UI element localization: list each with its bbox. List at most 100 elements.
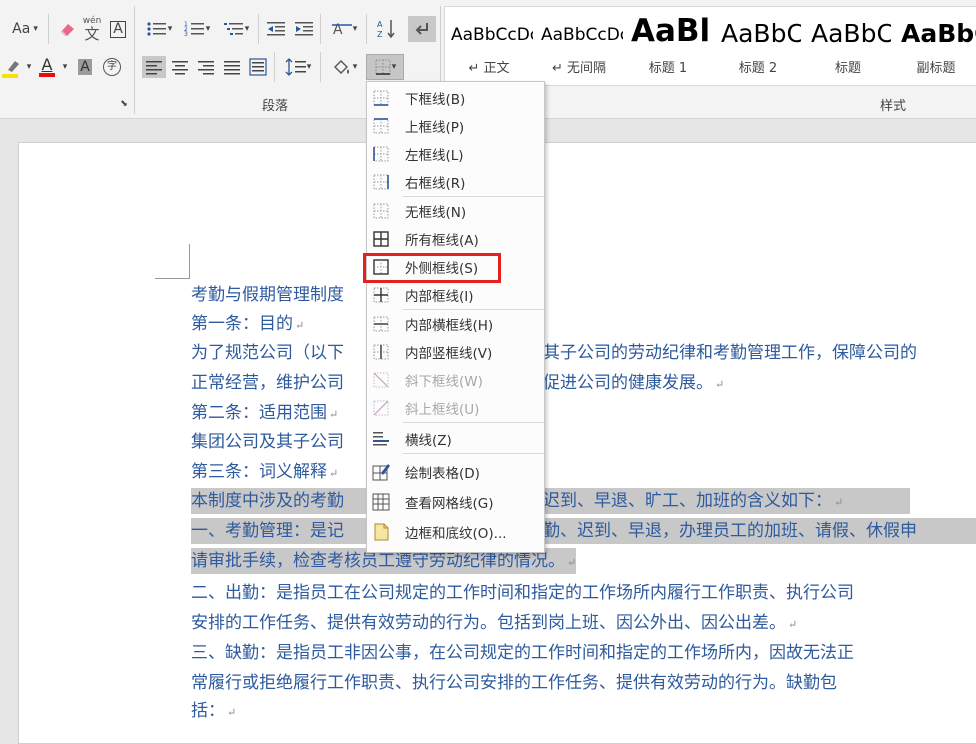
menu-item-label: 斜下框线(W) [405,374,483,390]
justify-icon [224,61,240,75]
style-name: ↵ 无间隔 [551,61,607,76]
enclose-characters-button[interactable]: 字 [100,56,124,78]
menu-item-inside-vertical[interactable]: 内部竖框线(V) [367,339,544,365]
menu-item-diagonal-down[interactable]: 斜下框线(W) [367,367,544,393]
asian-layout-button[interactable]: A ▾ [326,18,362,40]
menu-item-horizontal-line[interactable]: 横线(Z) [367,426,544,452]
doc-line-selected-tail: 迟到、早退、旷工、加班的含义如下： ↵ [543,488,910,514]
bullets-button[interactable]: ▾ [142,18,176,40]
svg-text:3: 3 [184,31,188,38]
highlight-outline [363,253,501,283]
doc-line-tail: 其子公司的劳动纪律和考勤管理工作，保障公司的 [543,340,917,366]
sort-button[interactable]: AZ [374,16,398,42]
diagonal-up-border-icon [373,400,389,416]
menu-item-label: 所有框线(A) [405,233,479,249]
page-shading-icon [374,523,389,541]
chevron-down-icon: ▾ [352,24,358,34]
menu-item-all-borders[interactable]: 所有框线(A) [367,226,544,252]
phonetic-guide-button[interactable]: wén 文 [80,14,104,44]
doc-line: 安排的工作任务、提供有效劳动的行为。包括到岗上班、因公外出、因公出差。 ↵ [191,610,797,636]
doc-line-text: 考勤与假期管理制度 [191,285,344,305]
chevron-down-icon[interactable]: ▾ [24,56,34,78]
paragraph-mark: ↵ [329,467,339,480]
clear-formatting-button[interactable] [56,18,78,40]
decrease-indent-button[interactable] [264,18,288,40]
doc-line-text: 迟到、早退、旷工、加班的含义如下： [543,491,832,511]
line-spacing-button[interactable]: ▾ [280,56,316,78]
doc-line-selected: 本制度中涉及的考勤 [191,488,366,514]
divider [320,14,321,44]
align-center-button[interactable] [168,56,192,78]
doc-line: 第一条：目的 ↵ [191,311,304,337]
menu-item-label: 右框线(R) [405,176,466,192]
align-left-button[interactable] [142,56,166,78]
align-right-button[interactable] [194,56,218,78]
left-border-icon [373,146,389,162]
style-heading-1[interactable]: AaBl 标题 1 [625,7,711,85]
character-border-button[interactable]: A [108,18,128,40]
increase-indent-button[interactable] [292,18,316,40]
style-heading-2[interactable]: AaBbC 标题 2 [715,7,801,85]
menu-item-left-border[interactable]: 左框线(L) [367,141,544,167]
dialog-launcher-icon[interactable]: ⬊ [118,98,130,110]
paragraph-mark: ↵ [295,319,305,332]
menu-item-draw-table[interactable]: 绘制表格(D) [367,459,544,485]
doc-line-text: 集团公司及其子公司 [191,432,344,452]
show-hide-marks-button[interactable] [408,16,436,42]
numbering-button[interactable]: 1 2 3 ▾ [180,18,214,40]
doc-line: 正常经营，维护公司 [191,370,344,396]
style-normal[interactable]: AaBbCcDc ↵ 正文 [445,7,533,85]
doc-line-text: 本制度中涉及的考勤 [191,491,344,511]
menu-item-no-border[interactable]: 无框线(N) [367,198,544,224]
style-name: 标题 2 [738,61,778,76]
style-subtitle[interactable]: AaBbC 副标题 [895,7,976,85]
style-no-spacing[interactable]: AaBbCcDc ↵ 无间隔 [535,7,623,85]
inside-horizontal-border-icon [373,316,389,332]
style-sample: AaBbCcDc [451,25,533,45]
menu-separator [403,196,544,197]
doc-line-text: 三、缺勤：是指员工非因公事，在公司规定的工作时间和指定的工作场所内，因故无法正 [191,643,854,663]
divider [258,14,259,44]
menu-item-label: 内部框线(I) [405,289,474,305]
menu-item-top-border[interactable]: 上框线(P) [367,113,544,139]
font-color-label: A [41,55,53,74]
doc-line: 为了规范公司（以下 [191,340,344,366]
menu-item-inside-horizontal[interactable]: 内部横框线(H) [367,311,544,337]
menu-item-right-border[interactable]: 右框线(R) [367,169,544,195]
menu-item-label: 横线(Z) [405,433,452,449]
menu-item-label: 无框线(N) [405,205,467,221]
menu-item-label: 内部横框线(H) [405,318,494,334]
doc-line-selected: 一、考勤管理：是记 [191,518,366,544]
font-color-button[interactable]: A [36,54,58,77]
highlight-button[interactable] [0,56,24,78]
character-border-label: A [110,20,126,38]
doc-line: 集团公司及其子公司 [191,429,344,455]
menu-item-borders-and-shading[interactable]: 边框和底纹(O)... [367,519,544,545]
shading-button[interactable]: ▾ [326,56,362,78]
right-border-icon [373,174,389,190]
menu-item-view-gridlines[interactable]: 查看网格线(G) [367,489,544,515]
styles-group-label: 样式 [880,99,907,114]
svg-text:A: A [377,20,383,29]
style-sample: AaBbC [901,19,976,48]
svg-text:Z: Z [377,30,383,39]
top-border-icon [373,118,389,134]
borders-button[interactable]: ▾ [366,54,404,80]
distributed-button[interactable] [246,56,270,78]
divider [274,52,275,82]
chevron-down-icon[interactable]: ▾ [60,56,70,78]
all-borders-icon [373,231,389,247]
change-case-button[interactable]: Aa ▾ [6,18,44,40]
style-title[interactable]: AaBbC 标题 [805,7,891,85]
menu-separator [403,422,544,423]
menu-item-bottom-border[interactable]: 下框线(B) [367,85,544,111]
doc-line: 括： ↵ [191,698,236,724]
menu-item-label: 内部竖框线(V) [405,346,493,362]
justify-button[interactable] [220,56,244,78]
character-shading-button[interactable]: A [74,56,96,78]
menu-item-diagonal-up[interactable]: 斜上框线(U) [367,395,544,421]
chevron-down-icon: ▾ [167,24,173,34]
style-sample: AaBbCcDc [541,25,623,45]
multilevel-list-button[interactable]: ▾ [218,18,254,40]
menu-item-inside-borders[interactable]: 内部框线(I) [367,282,544,308]
